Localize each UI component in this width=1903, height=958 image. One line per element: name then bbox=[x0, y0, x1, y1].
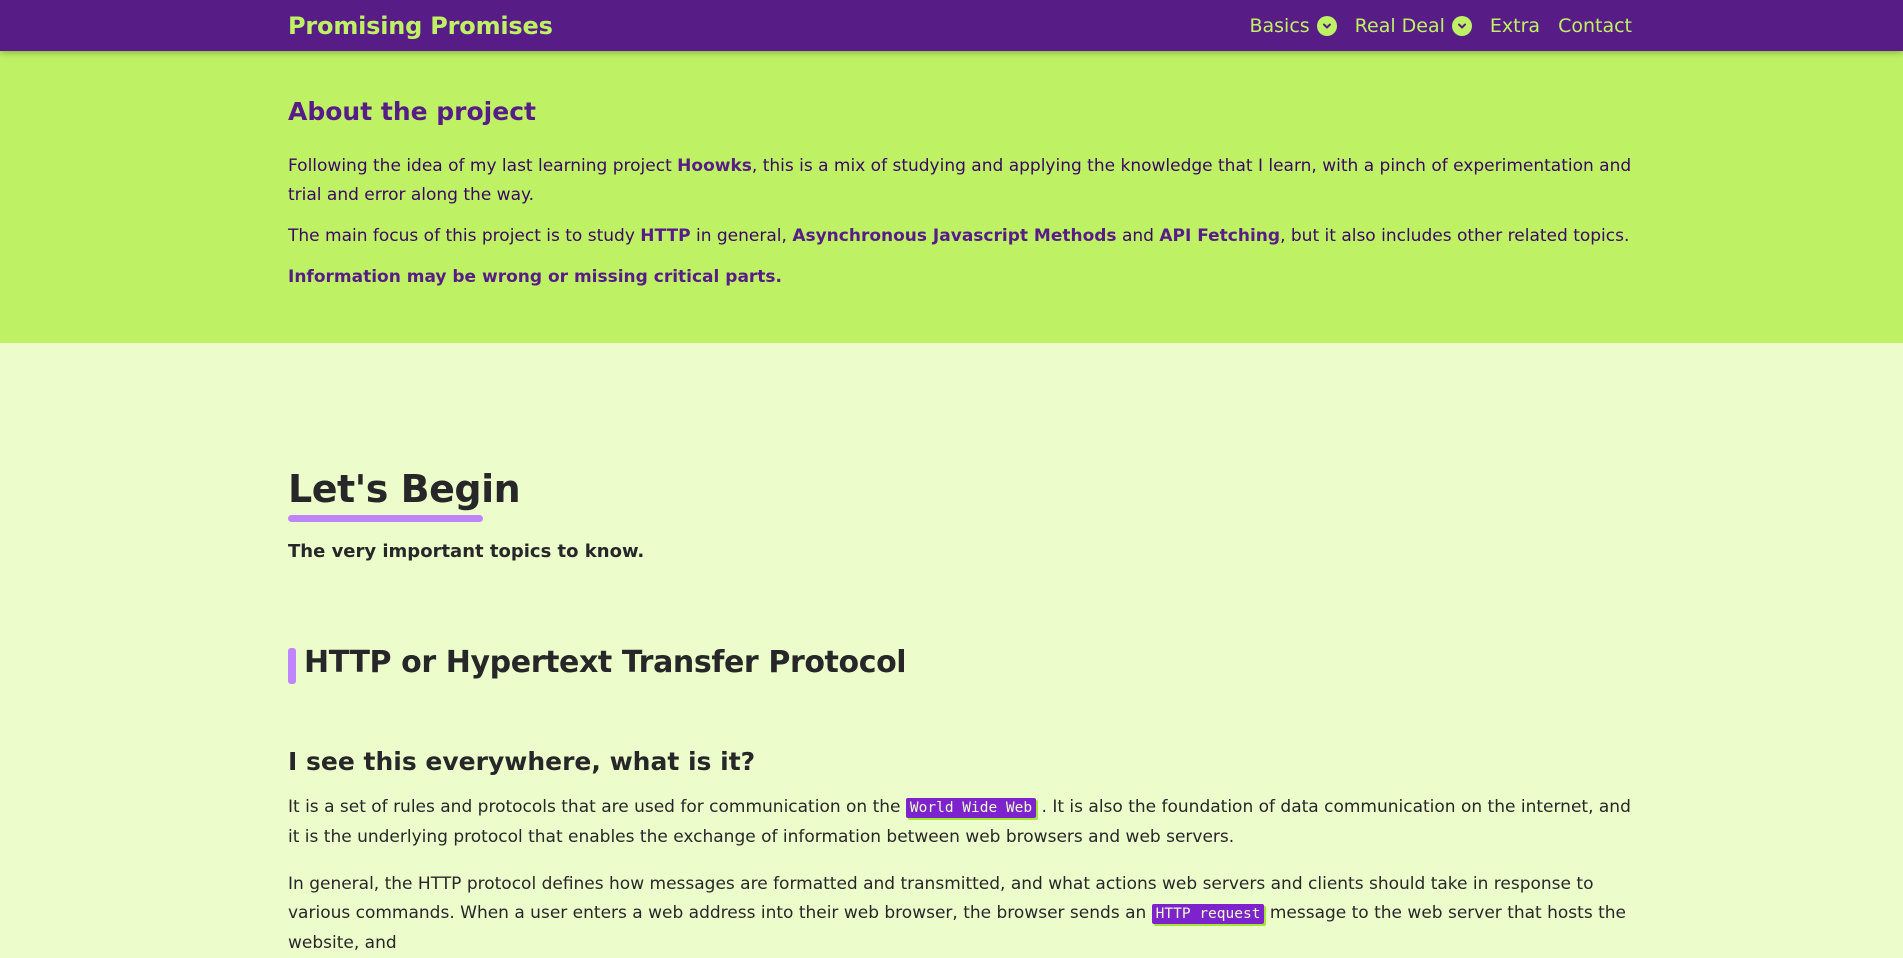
text: The main focus of this project is to stu… bbox=[288, 226, 641, 246]
nav-item-label: Extra bbox=[1489, 14, 1541, 37]
chevron-down-icon bbox=[1451, 15, 1472, 36]
top-navbar: Promising Promises Basics Real Deal Extr… bbox=[0, 0, 1903, 51]
brand-logo[interactable]: Promising Promises bbox=[288, 12, 553, 40]
nav-item-extra[interactable]: Extra bbox=[1490, 15, 1540, 37]
nav-item-label: Real Deal bbox=[1354, 14, 1445, 37]
http-paragraph-2: In general, the HTTP protocol defines ho… bbox=[288, 870, 1633, 958]
text: It is a set of rules and protocols that … bbox=[288, 797, 906, 817]
section-title: HTTP or Hypertext Transfer Protocol bbox=[304, 645, 907, 680]
question-heading: I see this everywhere, what is it? bbox=[288, 747, 756, 776]
about-content: About the project Following the idea of … bbox=[288, 97, 1633, 304]
nav-item-basics[interactable]: Basics bbox=[1249, 14, 1337, 37]
page-subtitle: The very important topics to know. bbox=[288, 541, 645, 562]
code-http-request: HTTP request bbox=[1151, 904, 1265, 924]
title-underline bbox=[288, 515, 483, 522]
about-title: About the project bbox=[288, 97, 536, 126]
about-section: About the project Following the idea of … bbox=[0, 51, 1903, 343]
text: and bbox=[1116, 226, 1160, 246]
text: in general, bbox=[690, 226, 793, 246]
project-name: Hoowks bbox=[677, 156, 752, 176]
page-title: Let's Begin bbox=[288, 467, 521, 511]
section-accent-bar bbox=[288, 648, 296, 684]
text: , but it also includes other related top… bbox=[1280, 226, 1630, 246]
navbar-inner: Promising Promises Basics Real Deal Extr… bbox=[288, 0, 1632, 51]
main-nav: Basics Real Deal Extra Contact bbox=[1249, 15, 1632, 37]
about-paragraph-1: Following the idea of my last learning p… bbox=[288, 152, 1633, 210]
chevron-down-icon bbox=[1316, 15, 1337, 36]
about-paragraph-2: The main focus of this project is to stu… bbox=[288, 222, 1633, 251]
text: Following the idea of my last learning p… bbox=[288, 156, 678, 176]
nav-item-label: Contact bbox=[1558, 14, 1632, 37]
code-world-wide-web: World Wide Web bbox=[905, 798, 1037, 818]
topic-async-js: Asynchronous Javascript Methods bbox=[792, 226, 1117, 246]
nav-item-label: Basics bbox=[1249, 14, 1310, 37]
topic-api-fetching: API Fetching bbox=[1159, 226, 1281, 246]
nav-item-contact[interactable]: Contact bbox=[1558, 15, 1632, 37]
about-warning: Information may be wrong or missing crit… bbox=[288, 267, 783, 287]
topic-http: HTTP bbox=[640, 226, 691, 246]
nav-item-real-deal[interactable]: Real Deal bbox=[1355, 15, 1472, 37]
http-paragraph-1: It is a set of rules and protocols that … bbox=[288, 793, 1633, 852]
